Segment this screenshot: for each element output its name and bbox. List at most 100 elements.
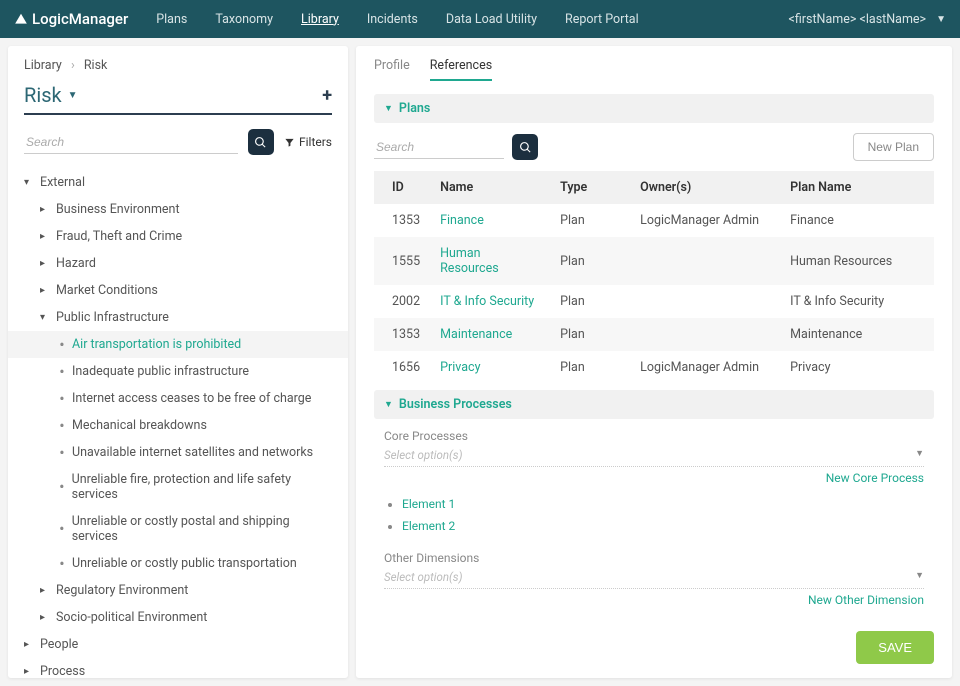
tree-label: People (40, 637, 78, 652)
tree-public-infrastructure[interactable]: ▾Public Infrastructure (24, 304, 332, 331)
core-processes-label: Core Processes (384, 429, 924, 443)
filters-button[interactable]: Filters (284, 135, 332, 149)
tree-label: Regulatory Environment (56, 583, 188, 598)
cell-plan-name: IT & Info Security (780, 285, 934, 318)
core-processes-placeholder: Select option(s) (384, 448, 462, 462)
list-item[interactable]: Element 1 (402, 493, 924, 515)
nav-report-portal[interactable]: Report Portal (565, 12, 639, 27)
plan-name-link[interactable]: Finance (440, 213, 484, 228)
cell-id: 1656 (374, 351, 430, 384)
tree-leaf[interactable]: •Mechanical breakdowns (24, 412, 332, 439)
cell-owner (630, 285, 780, 318)
col-plan-name[interactable]: Plan Name (780, 171, 934, 204)
chevron-down-icon: ▼ (936, 14, 946, 25)
tree-label: Fraud, Theft and Crime (56, 229, 182, 244)
tree-item[interactable]: ▸ Hazard (24, 250, 332, 277)
core-processes-select[interactable]: Select option(s) ▼ (384, 445, 924, 467)
cell-owner (630, 318, 780, 351)
tree-item[interactable]: ▸ Socio-political Environment (24, 604, 332, 631)
cell-id: 1353 (374, 204, 430, 237)
cell-plan-name: Privacy (780, 351, 934, 384)
bullet-icon: • (56, 524, 68, 534)
cell-type: Plan (550, 237, 630, 285)
plan-name-link[interactable]: Maintenance (440, 327, 512, 342)
cell-owner: LogicManager Admin (630, 351, 780, 384)
plans-search-input[interactable] (374, 136, 504, 159)
new-core-process-link[interactable]: New Core Process (384, 471, 924, 485)
accordion-plans[interactable]: ▼ Plans (374, 94, 934, 123)
tree-label: Socio-political Environment (56, 610, 207, 625)
sidebar-search-input[interactable] (24, 131, 238, 154)
caret-right-icon: ▸ (40, 612, 52, 623)
cell-id: 1353 (374, 318, 430, 351)
add-button[interactable]: + (322, 85, 332, 106)
col-type[interactable]: Type (550, 171, 630, 204)
accordion-plans-label: Plans (399, 101, 430, 116)
tree-label: Unreliable or costly postal and shipping… (72, 514, 332, 544)
user-menu[interactable]: <firstName> <lastName> ▼ (789, 12, 947, 27)
col-id[interactable]: ID (374, 171, 430, 204)
list-item[interactable]: Element 2 (402, 515, 924, 537)
tree-item[interactable]: ▸Regulatory Environment (24, 577, 332, 604)
search-icon (254, 136, 267, 149)
cell-type: Plan (550, 285, 630, 318)
other-dimensions-select[interactable]: Select option(s) ▼ (384, 567, 924, 589)
bullet-icon: • (56, 340, 68, 350)
caret-down-icon: ▼ (384, 399, 393, 410)
save-button[interactable]: SAVE (856, 631, 934, 664)
plan-name-link[interactable]: Privacy (440, 360, 480, 375)
tree-leaf[interactable]: •Unavailable internet satellites and net… (24, 439, 332, 466)
tree-leaf[interactable]: • Unreliable or costly postal and shippin… (24, 508, 332, 550)
nav-incidents[interactable]: Incidents (367, 12, 418, 27)
tree-leaf[interactable]: •Unreliable or costly public transportat… (24, 550, 332, 577)
caret-right-icon: ▸ (24, 666, 36, 677)
col-owner[interactable]: Owner(s) (630, 171, 780, 204)
section-title-text: Risk (24, 83, 62, 107)
caret-down-icon: ▼ (68, 90, 78, 101)
search-icon (519, 141, 532, 154)
user-name: <firstName> <lastName> (789, 12, 927, 27)
tab-references[interactable]: References (430, 58, 492, 81)
table-row: 1555Human ResourcesPlanHuman Resources (374, 237, 934, 285)
filters-label: Filters (299, 135, 332, 149)
tree-item[interactable]: ▸Process (24, 658, 332, 678)
tree-leaf[interactable]: • Inadequate public infrastructure (24, 358, 332, 385)
tree-item[interactable]: ▸Business Environment (24, 196, 332, 223)
brand-logo[interactable]: LogicManager (14, 10, 128, 28)
sidebar-search-button[interactable] (248, 129, 274, 155)
tree-label: Unreliable fire, protection and life saf… (72, 472, 332, 502)
bullet-icon: • (56, 367, 68, 377)
plan-name-link[interactable]: IT & Info Security (440, 294, 534, 309)
accordion-business-processes[interactable]: ▼ Business Processes (374, 390, 934, 419)
tree-item[interactable]: ▸People (24, 631, 332, 658)
plans-search-button[interactable] (512, 134, 538, 160)
col-name[interactable]: Name (430, 171, 550, 204)
cell-id: 1555 (374, 237, 430, 285)
tree-leaf[interactable]: •Unreliable fire, protection and life sa… (24, 466, 332, 508)
caret-right-icon: ▸ (40, 258, 52, 269)
caret-down-icon: ▾ (40, 312, 52, 323)
plan-name-link[interactable]: Human Resources (440, 246, 499, 276)
nav-plans[interactable]: Plans (156, 12, 187, 27)
chevron-right-icon: › (71, 58, 75, 73)
nav-data-load-utility[interactable]: Data Load Utility (446, 12, 537, 27)
tree-label: Hazard (56, 256, 96, 271)
breadcrumb-library[interactable]: Library (24, 58, 62, 73)
tree-label: Inadequate public infrastructure (72, 364, 249, 379)
section-title-dropdown[interactable]: Risk ▼ (24, 83, 78, 107)
tree-leaf[interactable]: •Internet access ceases to be free of ch… (24, 385, 332, 412)
tree-external[interactable]: ▾External (24, 169, 332, 196)
nav-library[interactable]: Library (301, 12, 339, 27)
new-other-dimension-link[interactable]: New Other Dimension (384, 593, 924, 607)
tree-item[interactable]: ▸Market Conditions (24, 277, 332, 304)
tab-profile[interactable]: Profile (374, 58, 410, 81)
accordion-bp-label: Business Processes (399, 397, 512, 412)
nav-taxonomy[interactable]: Taxonomy (215, 12, 273, 27)
tree-leaf[interactable]: •Air transportation is prohibited (8, 331, 348, 358)
tree-item[interactable]: ▸Fraud, Theft and Crime (24, 223, 332, 250)
tree-label: Internet access ceases to be free of cha… (72, 391, 311, 406)
cell-type: Plan (550, 204, 630, 237)
new-plan-button[interactable]: New Plan (853, 133, 934, 161)
breadcrumb-risk[interactable]: Risk (84, 58, 108, 73)
table-row: 2002IT & Info SecurityPlanIT & Info Secu… (374, 285, 934, 318)
